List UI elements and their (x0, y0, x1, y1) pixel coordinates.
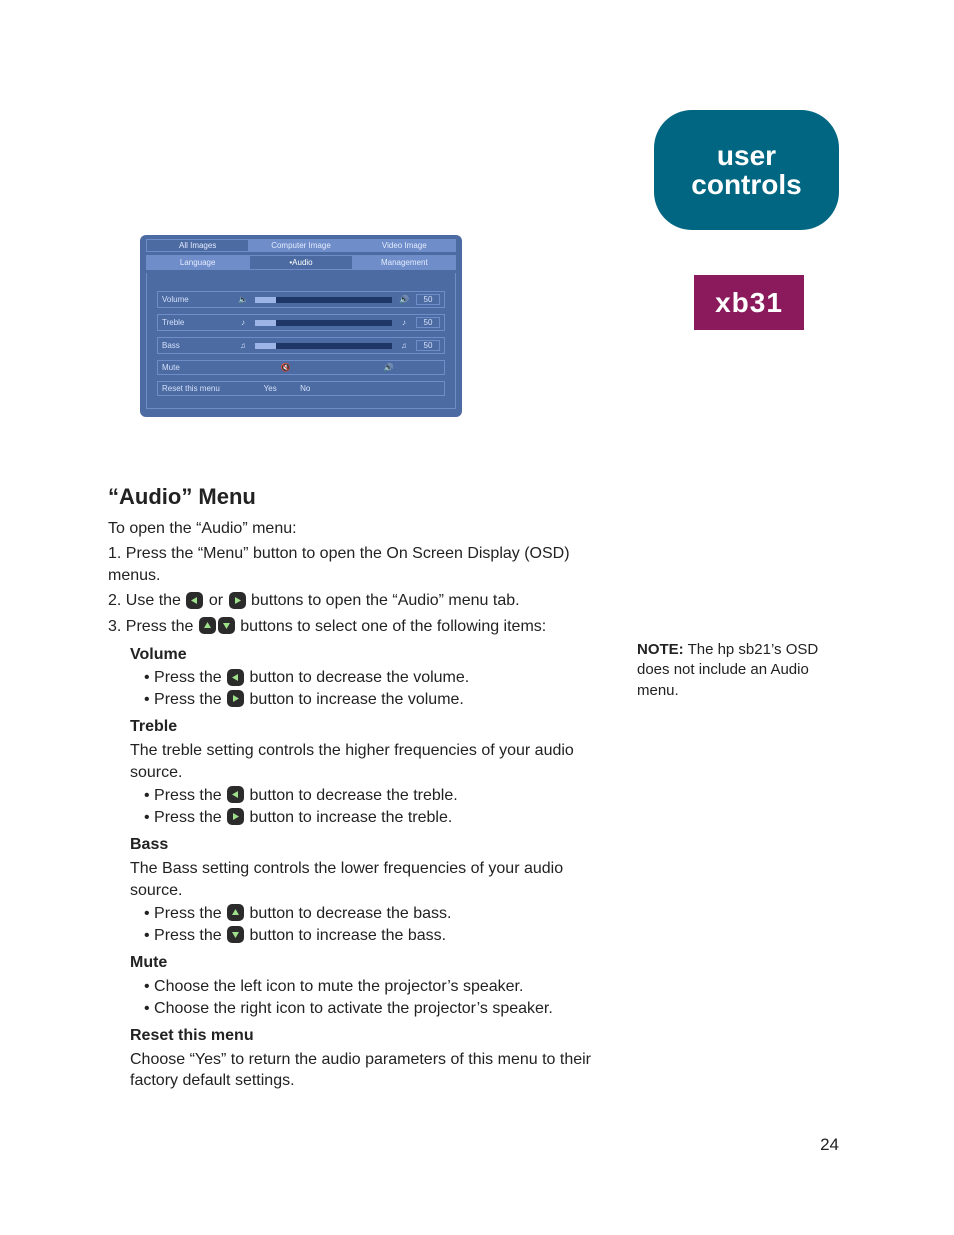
speaker-high-icon: 🔊 (395, 295, 413, 304)
osd-ptab-video-image: Video Image (353, 239, 456, 252)
sub-heading-reset: Reset this menu (130, 1025, 618, 1047)
osd-row-label: Treble (162, 318, 234, 327)
osd-row-value: 50 (416, 317, 440, 328)
step-1: 1. Press the “Menu” button to open the O… (108, 543, 618, 586)
badge-line2: controls (691, 170, 801, 199)
badge-line1: user (717, 141, 776, 170)
down-arrow-icon (218, 617, 235, 634)
osd-row-label: Volume (162, 295, 234, 304)
osd-stab-language: Language (146, 255, 249, 270)
step-3-text-b: buttons to select one of the following i… (236, 618, 546, 635)
osd-row-value: 50 (416, 340, 440, 351)
sub-heading-mute: Mute (130, 952, 618, 974)
osd-row-bass: Bass ♫ ♫ 50 (157, 337, 445, 354)
osd-primary-tabs: All Images Computer Image Video Image (146, 239, 456, 252)
speaker-low-icon: 🔈 (234, 295, 252, 304)
osd-row-treble: Treble ♪ ♪ 50 (157, 314, 445, 331)
osd-stab-audio: •Audio (249, 255, 352, 270)
left-arrow-icon (227, 669, 244, 686)
step-2-text-b: or (204, 592, 227, 609)
intro-text: To open the “Audio” menu: (108, 518, 618, 540)
osd-row-value: 50 (416, 294, 440, 305)
bass-increase: Press the button to increase the bass. (144, 925, 618, 947)
step-2-text-c: buttons to open the “Audio” menu tab. (247, 592, 520, 609)
osd-panel: Volume 🔈 🔊 50 Treble ♪ ♪ 50 Bass ♫ ♫ 50 (146, 273, 456, 409)
osd-row-reset: Reset this menu Yes No (157, 381, 445, 396)
volume-increase: Press the button to increase the volume. (144, 689, 618, 711)
body-content: “Audio” Menu To open the “Audio” menu: 1… (108, 482, 618, 1094)
bass-high-icon: ♫ (395, 341, 413, 350)
mute-off-icon: 🔇 (234, 363, 337, 372)
osd-sub-tabs: Language •Audio Management (146, 255, 456, 270)
bass-desc: The Bass setting controls the lower freq… (130, 858, 618, 901)
side-note: NOTE: The hp sb21’s OSD does not include… (637, 640, 842, 701)
up-arrow-icon (199, 617, 216, 634)
osd-screenshot: All Images Computer Image Video Image La… (140, 235, 462, 417)
bass-low-icon: ♫ (234, 341, 252, 350)
up-arrow-icon (227, 904, 244, 921)
page: user controls xb31 All Images Computer I… (0, 0, 954, 1235)
osd-ptab-all-images: All Images (146, 239, 249, 252)
section-heading: “Audio” Menu (108, 482, 618, 512)
right-arrow-icon (227, 690, 244, 707)
sub-heading-treble: Treble (130, 716, 618, 738)
treble-desc: The treble setting controls the higher f… (130, 740, 618, 783)
left-arrow-icon (227, 786, 244, 803)
right-arrow-icon (227, 808, 244, 825)
osd-reset-yes: Yes (264, 384, 277, 393)
model-badge: xb31 (694, 275, 804, 330)
osd-stab-management: Management (353, 255, 456, 270)
osd-row-volume: Volume 🔈 🔊 50 (157, 291, 445, 308)
right-arrow-icon (229, 592, 246, 609)
note-label: NOTE: (637, 641, 684, 658)
step-3: 3. Press the buttons to select one of th… (108, 616, 618, 638)
osd-reset-no: No (300, 384, 310, 393)
osd-row-label: Mute (162, 363, 234, 372)
mute-right: Choose the right icon to activate the pr… (144, 998, 618, 1020)
treble-high-icon: ♪ (395, 318, 413, 327)
mute-left: Choose the left icon to mute the project… (144, 976, 618, 998)
volume-decrease: Press the button to decrease the volume. (144, 667, 618, 689)
treble-increase: Press the button to increase the treble. (144, 807, 618, 829)
user-controls-badge: user controls (654, 110, 839, 230)
reset-desc: Choose “Yes” to return the audio paramet… (130, 1049, 618, 1092)
subsection-volume: Volume Press the button to decrease the … (130, 644, 618, 1092)
page-number: 24 (820, 1135, 839, 1155)
bass-decrease: Press the button to decrease the bass. (144, 903, 618, 925)
left-arrow-icon (186, 592, 203, 609)
step-2: 2. Use the or buttons to open the “Audio… (108, 590, 618, 612)
treble-decrease: Press the button to decrease the treble. (144, 785, 618, 807)
step-2-text-a: 2. Use the (108, 592, 185, 609)
treble-low-icon: ♪ (234, 318, 252, 327)
osd-ptab-computer-image: Computer Image (249, 239, 352, 252)
sub-heading-bass: Bass (130, 834, 618, 856)
osd-row-label: Reset this menu (162, 384, 252, 393)
sub-heading-volume: Volume (130, 644, 618, 666)
osd-row-mute: Mute 🔇 🔊 (157, 360, 445, 375)
down-arrow-icon (227, 926, 244, 943)
mute-on-icon: 🔊 (337, 363, 440, 372)
steps-list: 1. Press the “Menu” button to open the O… (108, 543, 618, 637)
step-3-text-a: 3. Press the (108, 618, 198, 635)
osd-row-label: Bass (162, 341, 234, 350)
